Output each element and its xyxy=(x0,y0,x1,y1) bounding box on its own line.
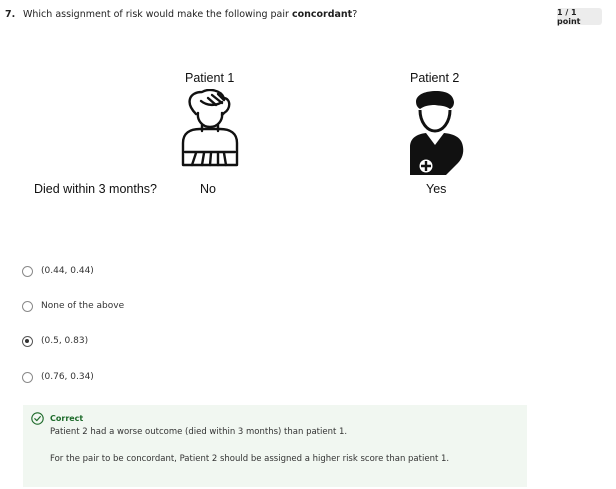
option-3[interactable]: (0.5, 0.83) xyxy=(22,334,88,348)
question-text-bold: concordant xyxy=(291,9,353,20)
patient2-label: Patient 2 xyxy=(410,71,460,85)
option-label: (0.76, 0.34) xyxy=(41,372,94,382)
option-4[interactable]: (0.76, 0.34) xyxy=(22,370,94,384)
question-text-suffix: ? xyxy=(352,9,358,20)
question-text-prefix: Which assignment of risk would make the … xyxy=(23,9,292,20)
patient1-label: Patient 1 xyxy=(185,71,235,85)
feedback-title: Correct xyxy=(50,414,84,423)
option-label: (0.44, 0.44) xyxy=(41,266,94,276)
feedback-line-1: Patient 2 had a worse outcome (died with… xyxy=(50,427,348,437)
radio-button[interactable] xyxy=(22,300,33,312)
died-within-3-months-label: Died within 3 months? xyxy=(34,182,157,196)
patient2-outcome: Yes xyxy=(426,182,447,196)
feedback-panel: Correct Patient 2 had a worse outcome (d… xyxy=(23,405,527,487)
radio-button[interactable] xyxy=(22,265,33,277)
question-text: Which assignment of risk would make the … xyxy=(23,9,357,20)
option-label: None of the above xyxy=(41,301,125,311)
injured-patient-icon xyxy=(410,91,464,175)
option-2[interactable]: None of the above xyxy=(22,299,124,313)
check-circle-icon xyxy=(31,412,44,425)
radio-button[interactable] xyxy=(22,371,33,383)
points-badge: 1 / 1 point xyxy=(557,8,602,26)
feedback-line-2: For the pair to be concordant, Patient 2… xyxy=(50,454,450,464)
patient1-outcome: No xyxy=(200,182,216,196)
question-number: 7. xyxy=(5,9,16,20)
option-label: (0.5, 0.83) xyxy=(41,336,89,346)
female-patient-icon xyxy=(181,89,239,167)
radio-button-selected[interactable] xyxy=(22,335,33,347)
option-1[interactable]: (0.44, 0.44) xyxy=(22,264,94,278)
